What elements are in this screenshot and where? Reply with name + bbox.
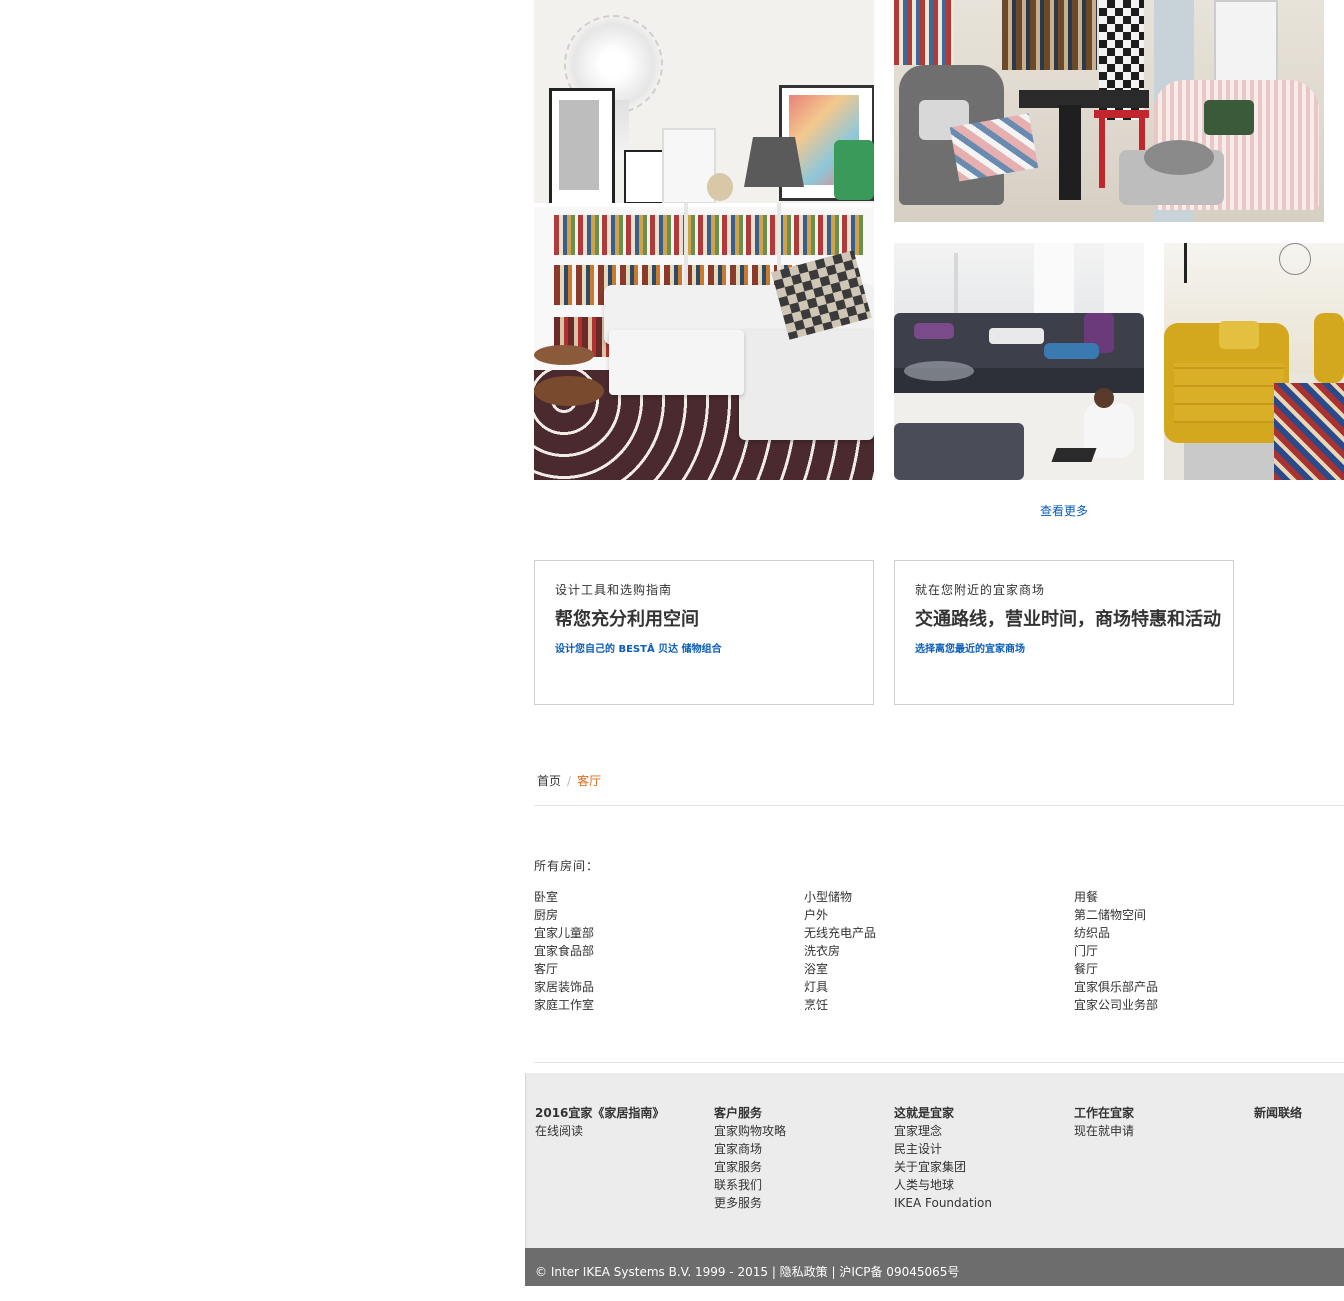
footer-heading: 这就是宜家 <box>894 1106 955 1120</box>
rooms-column-3: 用餐 第二储物空间 纺织品 门厅 餐厅 宜家俱乐部产品 宜家公司业务部 <box>1074 888 1158 1014</box>
room-link[interactable]: 宜家儿童部 <box>534 924 594 942</box>
room-link[interactable]: 门厅 <box>1074 942 1158 960</box>
room-link[interactable]: 厨房 <box>534 906 594 924</box>
room-link[interactable]: 宜家公司业务部 <box>1074 996 1158 1014</box>
promo-eyebrow: 就在您附近的宜家商场 <box>915 583 1046 597</box>
room-link[interactable]: 餐厅 <box>1074 960 1158 978</box>
room-link[interactable]: 卧室 <box>534 888 594 906</box>
rooms-column-2: 小型储物 户外 无线充电产品 洗衣房 浴室 灯具 烹饪 <box>804 888 876 1014</box>
room-link[interactable]: 第二储物空间 <box>1074 906 1158 924</box>
rooms-divider <box>534 1062 1344 1063</box>
footer-link[interactable]: 宜家商场 <box>714 1140 786 1158</box>
breadcrumb-current: 客厅 <box>577 774 602 788</box>
footer-link[interactable]: 现在就申请 <box>1074 1122 1134 1140</box>
all-rooms-title: 所有房间： <box>534 859 600 873</box>
room-link[interactable]: 客厅 <box>534 960 594 978</box>
design-tools-promo: 设计工具和选购指南 帮您充分利用空间 设计您自己的 BESTÅ 贝达 储物组合 <box>534 560 874 705</box>
room-link[interactable]: 灯具 <box>804 978 876 996</box>
promo-headline: 交通路线，营业时间，商场特惠和活动 <box>915 609 1221 630</box>
breadcrumb-home-link[interactable]: 首页 <box>537 774 561 788</box>
footer-heading: 客户服务 <box>714 1106 763 1120</box>
besta-planner-link[interactable]: 设计您自己的 BESTÅ 贝达 储物组合 <box>555 640 722 655</box>
footer-heading: 工作在宜家 <box>1074 1106 1135 1120</box>
room-link[interactable]: 烹饪 <box>804 996 876 1014</box>
store-locator-promo: 就在您附近的宜家商场 交通路线，营业时间，商场特惠和活动 选择离您最近的宜家商场 <box>894 560 1234 705</box>
footer-heading: 2016宜家《家居指南》 <box>535 1106 665 1120</box>
yellow-sofa-image[interactable] <box>1164 243 1344 480</box>
promo-headline: 帮您充分利用空间 <box>555 609 699 630</box>
footer-link[interactable]: 宜家购物攻略 <box>714 1122 786 1140</box>
room-link[interactable]: 用餐 <box>1074 888 1158 906</box>
promo-eyebrow: 设计工具和选购指南 <box>555 583 673 597</box>
armchairs-study-image[interactable] <box>894 0 1324 222</box>
room-link[interactable]: 宜家食品部 <box>534 942 594 960</box>
copyright-bar: © Inter IKEA Systems B.V. 1999 - 2015 | … <box>525 1248 1344 1286</box>
living-room-bookshelf-image[interactable] <box>534 0 874 480</box>
room-link[interactable]: 洗衣房 <box>804 942 876 960</box>
footer-column-customer-service: 客户服务 宜家购物攻略 宜家商场 宜家服务 联系我们 更多服务 <box>714 1104 786 1212</box>
footer-link[interactable]: 关于宜家集团 <box>894 1158 992 1176</box>
room-link[interactable]: 家居装饰品 <box>534 978 594 996</box>
breadcrumb: 首页 / 客厅 <box>537 772 601 789</box>
footer-link[interactable]: 人类与地球 <box>894 1176 992 1194</box>
room-link[interactable]: 家庭工作室 <box>534 996 594 1014</box>
footer-column-news: 新闻联络 <box>1254 1104 1302 1122</box>
breadcrumb-divider <box>534 805 1344 806</box>
copyright-text: © Inter IKEA Systems B.V. 1999 - 2015 | … <box>535 1265 960 1279</box>
footer-link[interactable]: 联系我们 <box>714 1176 786 1194</box>
rooms-column-1: 卧室 厨房 宜家儿童部 宜家食品部 客厅 家居装饰品 家庭工作室 <box>534 888 594 1014</box>
footer-column-catalogue: 2016宜家《家居指南》 在线阅读 <box>535 1104 664 1140</box>
breadcrumb-separator: / <box>567 774 572 788</box>
room-link[interactable]: 浴室 <box>804 960 876 978</box>
room-link[interactable]: 宜家俱乐部产品 <box>1074 978 1158 996</box>
room-link[interactable]: 户外 <box>804 906 876 924</box>
footer-link[interactable]: 民主设计 <box>894 1140 992 1158</box>
footer-link[interactable]: 更多服务 <box>714 1194 786 1212</box>
family-sofa-image[interactable] <box>894 243 1144 480</box>
room-link[interactable]: 纺织品 <box>1074 924 1158 942</box>
footer-link[interactable]: 宜家理念 <box>894 1122 992 1140</box>
choose-store-link[interactable]: 选择离您最近的宜家商场 <box>915 640 1025 655</box>
footer-heading[interactable]: 新闻联络 <box>1254 1104 1302 1122</box>
footer-link[interactable]: 宜家服务 <box>714 1158 786 1176</box>
site-footer: 2016宜家《家居指南》 在线阅读 客户服务 宜家购物攻略 宜家商场 宜家服务 … <box>525 1073 1344 1248</box>
footer-column-about: 这就是宜家 宜家理念 民主设计 关于宜家集团 人类与地球 IKEA Founda… <box>894 1104 992 1212</box>
footer-column-careers: 工作在宜家 现在就申请 <box>1074 1104 1134 1140</box>
room-link[interactable]: 无线充电产品 <box>804 924 876 942</box>
view-more-link[interactable]: 查看更多 <box>1040 502 1088 519</box>
footer-link[interactable]: IKEA Foundation <box>894 1194 992 1212</box>
footer-link[interactable]: 在线阅读 <box>535 1122 664 1140</box>
room-link[interactable]: 小型储物 <box>804 888 876 906</box>
